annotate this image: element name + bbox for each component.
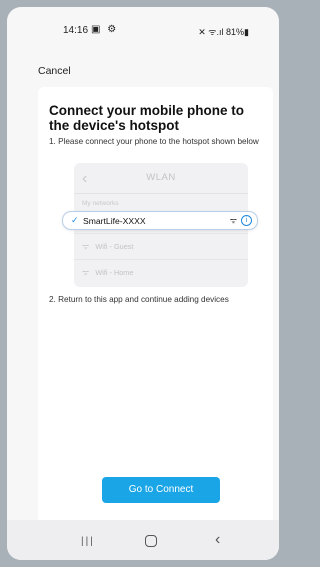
page-title: Connect your mobile phone to the device'…: [49, 103, 244, 133]
step-two-text: 2. Return to this app and continue addin…: [49, 295, 229, 304]
my-networks-label: My networks: [82, 200, 119, 207]
wifi-icon: ᯤ: [229, 216, 237, 225]
go-to-connect-button[interactable]: Go to Connect: [102, 477, 220, 503]
instruction-card: Connect your mobile phone to the device'…: [38, 87, 273, 527]
wifi-icon: ᯤ: [82, 268, 90, 277]
divider: [74, 259, 248, 260]
recents-icon[interactable]: |||: [81, 536, 95, 547]
status-notification-icons: ▣ ⚙: [91, 24, 119, 35]
wifi-icon: ᯤ: [82, 242, 90, 251]
cancel-button[interactable]: Cancel: [38, 65, 71, 77]
home-icon[interactable]: [145, 535, 157, 547]
network-item-home: ᯤ Wifi - Home: [82, 267, 133, 278]
status-bar: 14:16 ▣ ⚙ ✕ ᯤ.ıl 81%▮: [7, 23, 279, 39]
divider: [74, 193, 248, 194]
divider: [74, 233, 248, 234]
phone-frame: 14:16 ▣ ⚙ ✕ ᯤ.ıl 81%▮ Cancel Connect you…: [7, 7, 279, 560]
network-item-guest: ᯤ Wifi - Guest: [82, 241, 133, 252]
check-icon: ✓: [71, 215, 79, 225]
selected-network-name: SmartLife-XXXX: [83, 216, 146, 226]
wlan-title: WLAN: [146, 172, 176, 183]
selected-network-row: ✓ SmartLife-XXXX ᯤ i: [62, 211, 258, 230]
status-battery-signal: ✕ ᯤ.ıl 81%▮: [198, 27, 249, 37]
network-name: Wifi - Guest: [95, 242, 134, 251]
status-time: 14:16: [63, 25, 89, 36]
info-icon: i: [241, 214, 252, 226]
back-icon[interactable]: ‹: [215, 531, 220, 549]
network-name: Wifi - Home: [95, 268, 134, 277]
android-nav-bar: ||| ‹: [7, 520, 279, 560]
step-one-text: 1. Please connect your phone to the hots…: [49, 137, 259, 146]
